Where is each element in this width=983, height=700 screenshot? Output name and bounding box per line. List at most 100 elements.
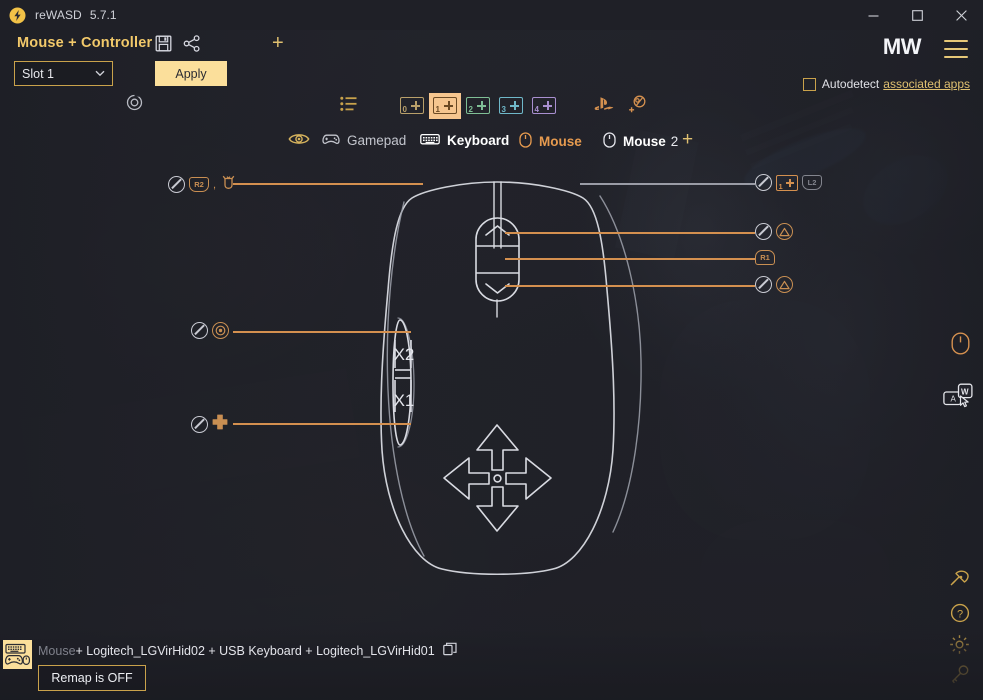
close-button[interactable] xyxy=(939,0,983,30)
mapping-scroll-wheel-down[interactable] xyxy=(755,276,793,293)
playstation-logo-icon[interactable] xyxy=(594,96,614,112)
slot-chip-2-number: 2 xyxy=(469,106,473,114)
app-name: reWASD xyxy=(35,8,82,22)
badge-r1[interactable]: R1 xyxy=(755,250,775,265)
stick-click-icon[interactable] xyxy=(212,322,229,339)
mapping-mouse-right-button[interactable]: 1 L2 xyxy=(755,174,822,191)
save-disk-icon[interactable] xyxy=(155,35,172,57)
tab-mouse-2-index: 2 xyxy=(671,134,679,149)
plus-glyph xyxy=(411,101,420,110)
slot-chip-0[interactable]: 0 xyxy=(400,97,424,114)
add-profile-button[interactable]: + xyxy=(272,33,284,53)
game-logo: MW xyxy=(883,34,921,60)
copy-icon[interactable] xyxy=(443,642,457,659)
remap-toggle-button[interactable]: Remap is OFF xyxy=(38,665,146,691)
plus-glyph xyxy=(510,101,519,110)
leader-line-x1 xyxy=(233,423,411,425)
leader-line-x2 xyxy=(233,331,411,333)
slot-chip-3[interactable]: 3 xyxy=(499,97,523,114)
keyboard-gamepad-icon[interactable] xyxy=(3,640,32,669)
mouse-icon xyxy=(603,132,616,151)
tab-gamepad-label: Gamepad xyxy=(347,133,406,148)
lightning-bolt-icon xyxy=(9,7,26,24)
footer-bar: Mouse + Logitech_LGVirHid02 + USB Keyboa… xyxy=(0,628,983,700)
add-controller-icon[interactable] xyxy=(628,95,648,113)
leader-line-wheel-up xyxy=(505,232,755,234)
list-view-icon[interactable] xyxy=(340,96,358,112)
autodetect-label: Autodetect xyxy=(822,77,879,91)
badge-slot-1[interactable]: 1 xyxy=(776,175,798,191)
tab-mouse-2[interactable]: Mouse 2 xyxy=(603,132,678,151)
mapping-mouse-x1-button[interactable] xyxy=(191,414,228,435)
tab-mouse[interactable]: Mouse xyxy=(519,132,582,151)
no-mapping-icon[interactable] xyxy=(755,276,772,293)
title-bar: reWASD 5.7.1 xyxy=(0,0,983,30)
badge-triangle[interactable] xyxy=(776,223,793,240)
mapping-mouse-left-button[interactable]: R2 , xyxy=(168,174,237,195)
badge-r2[interactable]: R2 xyxy=(189,177,209,192)
plus-glyph xyxy=(477,101,486,110)
four-way-move-icon xyxy=(444,425,551,531)
x1-button-label: X1 xyxy=(394,391,415,410)
slot-chip-2[interactable]: 2 xyxy=(466,97,490,114)
slot-chip-1[interactable]: 1 xyxy=(433,97,457,114)
plus-glyph xyxy=(543,101,552,110)
leader-line-wheel-click xyxy=(505,258,755,260)
slot-chip-3-number: 3 xyxy=(502,106,506,114)
badge-separator: , xyxy=(213,179,216,191)
slot-chip-0-number: 0 xyxy=(403,106,407,114)
leader-line-left-button xyxy=(233,183,423,185)
gamepad-icon xyxy=(322,132,340,149)
slot-chip-4[interactable]: 4 xyxy=(532,97,556,114)
slot-chip-4-number: 4 xyxy=(535,106,539,114)
x2-button-label: X2 xyxy=(394,345,415,364)
slot-toolbar: 0 1 2 3 4 xyxy=(0,93,983,119)
slot-chip-1-number: 1 xyxy=(436,106,440,114)
keyboard-icon xyxy=(420,132,440,149)
tab-keyboard-label: Keyboard xyxy=(447,133,509,148)
device-tabs: Gamepad Keyboard xyxy=(0,131,983,157)
chevron-down-icon xyxy=(95,69,105,79)
tab-keyboard[interactable]: Keyboard xyxy=(420,132,509,149)
leader-line-right-button xyxy=(580,183,755,185)
associated-apps-link[interactable]: associated apps xyxy=(883,77,970,91)
dpad-icon[interactable] xyxy=(212,414,228,435)
slot-select[interactable]: Slot 1 xyxy=(14,61,113,86)
share-nodes-icon[interactable] xyxy=(183,35,201,57)
autodetect-associated-apps[interactable]: Autodetect associated apps xyxy=(803,77,970,91)
device-chain: + Logitech_LGVirHid02 + USB Keyboard + L… xyxy=(76,644,435,658)
no-mapping-icon[interactable] xyxy=(191,322,208,339)
mouse-icon xyxy=(519,132,532,151)
page-title: Mouse + Controller xyxy=(17,35,152,51)
badge-triangle[interactable] xyxy=(776,276,793,293)
autodetect-checkbox[interactable] xyxy=(803,78,816,91)
slot-select-value: Slot 1 xyxy=(22,67,54,81)
app-version: 5.7.1 xyxy=(90,8,117,22)
leader-line-wheel-down xyxy=(505,285,755,287)
no-mapping-icon[interactable] xyxy=(755,223,772,240)
maximize-button[interactable] xyxy=(895,0,939,30)
device-prefix: Mouse xyxy=(38,644,76,658)
mapping-scroll-wheel-up[interactable] xyxy=(755,223,793,240)
minimize-button[interactable] xyxy=(851,0,895,30)
no-mapping-icon[interactable] xyxy=(191,416,208,433)
apply-button[interactable]: Apply xyxy=(155,61,227,86)
tab-mouse-label: Mouse xyxy=(539,134,582,149)
hamburger-menu-icon[interactable] xyxy=(944,40,968,58)
tab-gamepad[interactable]: Gamepad xyxy=(322,132,406,149)
add-device-tab-button[interactable]: + xyxy=(682,129,693,151)
eye-visibility-icon[interactable] xyxy=(288,131,310,147)
badge-l2[interactable]: L2 xyxy=(802,175,822,190)
rewasd-window: reWASD 5.7.1 Mouse + Controller xyxy=(0,0,983,700)
connected-devices-text: Mouse + Logitech_LGVirHid02 + USB Keyboa… xyxy=(38,642,457,659)
tab-mouse-2-label: Mouse xyxy=(623,134,666,149)
no-mapping-icon[interactable] xyxy=(755,174,772,191)
badge-slot-1-number: 1 xyxy=(779,183,783,191)
mapping-mouse-x2-button[interactable] xyxy=(191,322,229,339)
no-mapping-icon[interactable] xyxy=(168,176,185,193)
target-icon[interactable] xyxy=(126,94,143,116)
plus-glyph xyxy=(786,179,794,187)
vibration-icon[interactable] xyxy=(220,174,237,195)
mapping-scroll-wheel-click[interactable]: R1 xyxy=(755,250,775,265)
plus-glyph xyxy=(444,101,453,110)
